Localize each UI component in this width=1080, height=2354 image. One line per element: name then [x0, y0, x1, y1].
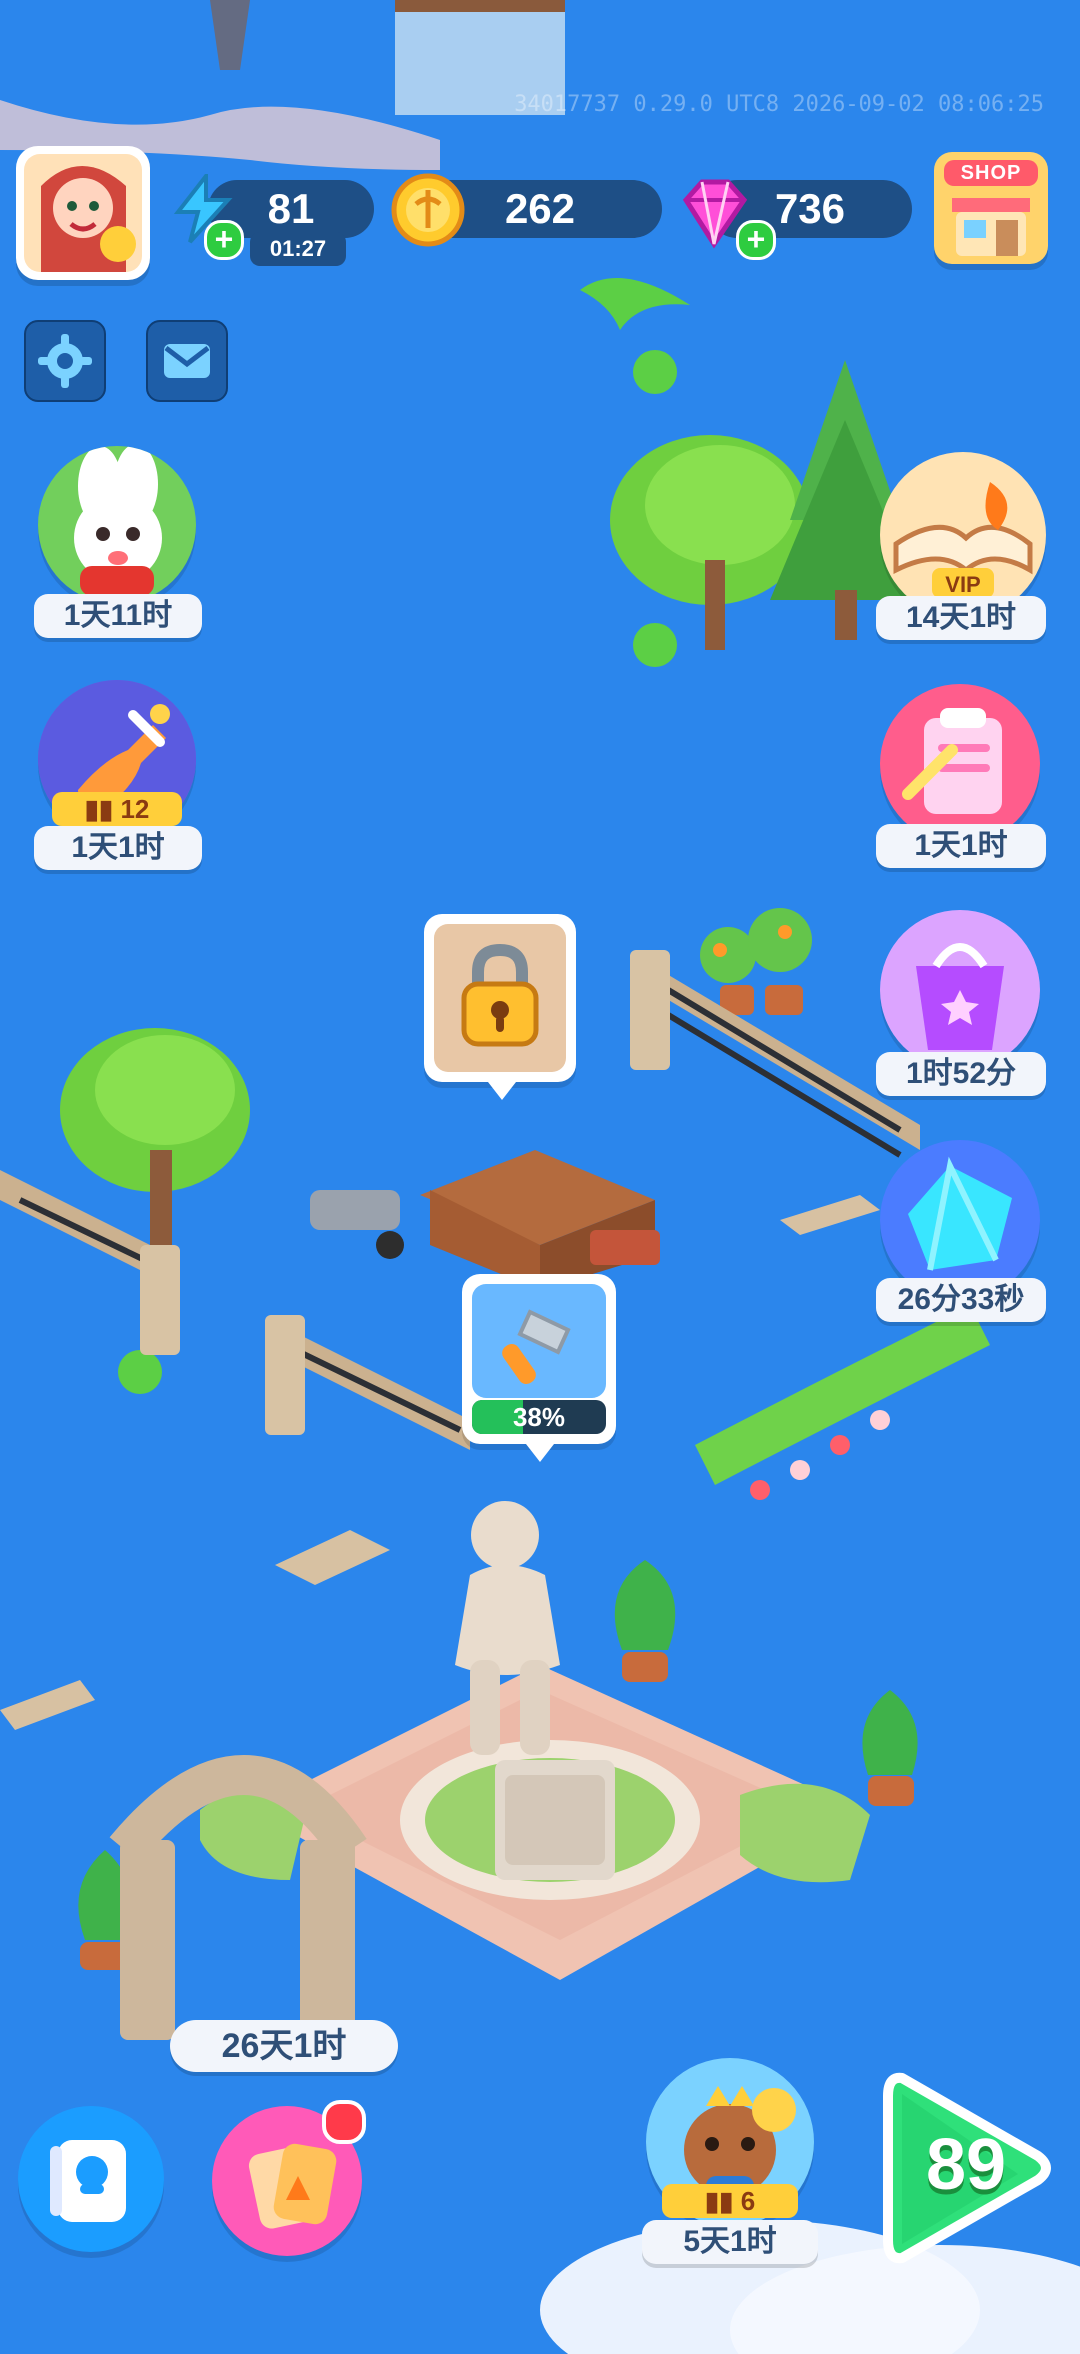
- clipboard-icon: [902, 708, 1002, 814]
- beaver-podium-icon: ▮▮: [704, 2186, 741, 2216]
- player-avatar[interactable]: [16, 146, 150, 280]
- bottom-event-timer: 26天1时: [170, 2020, 398, 2072]
- left-event-guitar-badge-value: 12: [120, 794, 150, 824]
- gear-icon: [38, 334, 92, 388]
- book-icon: VIP: [893, 482, 1033, 598]
- coin-icon: [391, 173, 465, 247]
- build-progress-bar: 38%: [472, 1400, 606, 1434]
- right-event-vip[interactable]: VIP: [880, 452, 1046, 618]
- right-event-bag-timer: 1时52分: [876, 1052, 1046, 1096]
- orange-trees: [700, 908, 812, 1015]
- left-event-bunny-timer: 1天11时: [34, 594, 202, 638]
- bunny-icon: [74, 446, 162, 596]
- beaver-event-timer: 5天1时: [642, 2220, 818, 2264]
- settings-button[interactable]: [24, 320, 106, 402]
- right-event-notes[interactable]: [880, 684, 1040, 844]
- recipe-book-button[interactable]: [18, 2106, 164, 2252]
- hammer-icon: [502, 1309, 571, 1385]
- right-event-vip-timer: 14天1时: [876, 596, 1046, 640]
- right-event-gem[interactable]: [880, 1140, 1040, 1300]
- hedge: [695, 1305, 990, 1500]
- shopping-bag-icon: [916, 943, 1004, 1050]
- blue-gem-icon: [908, 1156, 1012, 1271]
- debug-version-text: 34017737 0.29.0 UTC8 2026-09-02 08:06:25: [514, 92, 1044, 117]
- vip-text: VIP: [945, 572, 980, 597]
- shop-icon: [952, 198, 1030, 256]
- beaver-event-badge-value: 6: [740, 2186, 756, 2216]
- locked-area-popup[interactable]: [424, 914, 576, 1100]
- lock-icon: [461, 943, 539, 1047]
- player-avatar-icon: [24, 154, 142, 272]
- energy-plus-button[interactable]: +: [204, 220, 244, 260]
- coin-value: 262: [504, 185, 576, 232]
- top-decor: [0, 0, 565, 170]
- shop-label: SHOP: [944, 160, 1038, 186]
- gem-plus-button[interactable]: +: [736, 220, 776, 260]
- recipe-book-icon: [50, 2140, 126, 2222]
- construction-site: [310, 1150, 660, 1290]
- play-level-button[interactable]: 89: [868, 2060, 1060, 2276]
- notification-dot: [322, 2100, 366, 2144]
- energy-timer: 01:27: [250, 232, 346, 266]
- big-tree-right: [610, 435, 810, 650]
- left-event-bunny[interactable]: [38, 446, 196, 604]
- podium-icon: ▮▮: [84, 794, 121, 824]
- build-progress-label: 38%: [512, 1402, 566, 1432]
- shop-button[interactable]: SHOP: [934, 152, 1048, 264]
- mail-button[interactable]: [146, 320, 228, 402]
- build-progress-popup[interactable]: 38%: [462, 1274, 616, 1462]
- mail-icon: [164, 344, 210, 378]
- right-event-notes-timer: 1天1时: [876, 824, 1046, 868]
- energy-value: 81: [267, 185, 315, 232]
- big-tree-left: [60, 1028, 250, 1245]
- left-event-guitar-timer: 1天1时: [34, 826, 202, 870]
- beaver-event-badge: ▮▮ 6: [662, 2184, 798, 2218]
- right-event-gem-timer: 26分33秒: [876, 1278, 1046, 1322]
- right-event-bag[interactable]: [880, 910, 1040, 1070]
- play-level-number: 89: [925, 2125, 1007, 2205]
- gem-value: 736: [774, 185, 846, 232]
- left-event-guitar-badge: ▮▮ 12: [52, 792, 182, 826]
